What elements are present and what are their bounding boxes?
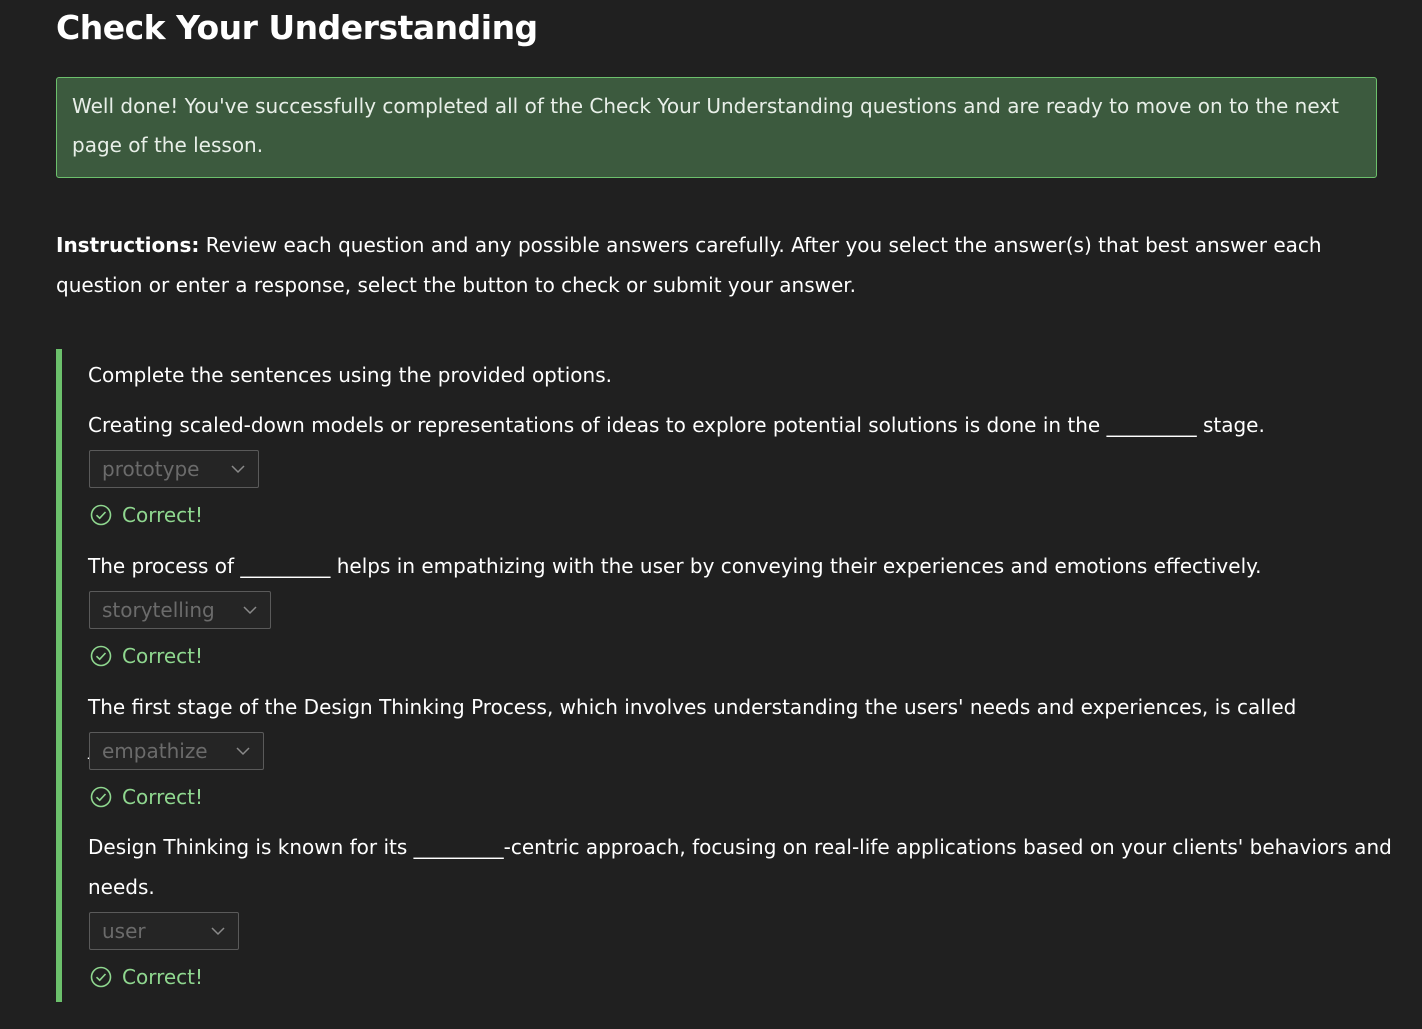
check-circle-icon xyxy=(90,966,112,988)
question-2-text: The process of _________ helps in empath… xyxy=(88,554,1262,578)
question-1-feedback-text: Correct! xyxy=(122,503,204,527)
question-3-feedback: Correct! xyxy=(90,782,203,812)
question-4-feedback-text: Correct! xyxy=(122,965,204,989)
question-1-feedback: Correct! xyxy=(90,500,203,530)
chevron-down-icon xyxy=(231,465,245,474)
quiz-prompt: Complete the sentences using the provide… xyxy=(88,363,612,387)
question-3-selected-value: empathize xyxy=(102,739,208,763)
question-1-answer-select[interactable]: prototype xyxy=(89,450,259,488)
question-4-selected-value: user xyxy=(102,919,146,943)
instructions-label: Instructions: xyxy=(56,233,200,257)
chevron-down-icon xyxy=(243,606,257,615)
question-1-selected-value: prototype xyxy=(102,457,200,481)
instructions: Instructions: Review each question and a… xyxy=(56,225,1386,305)
chevron-down-icon xyxy=(211,927,225,936)
question-4-feedback: Correct! xyxy=(90,962,203,992)
question-3-text: The first stage of the Design Thinking P… xyxy=(88,695,1297,759)
quiz-block: Complete the sentences using the provide… xyxy=(56,349,1396,1002)
question-2-feedback: Correct! xyxy=(90,641,203,671)
chevron-down-icon xyxy=(236,747,250,756)
question-4-text: Design Thinking is known for its _______… xyxy=(88,835,1392,899)
question-4-answer-select[interactable]: user xyxy=(89,912,239,950)
question-3-answer-select[interactable]: empathize xyxy=(89,732,264,770)
check-circle-icon xyxy=(90,645,112,667)
question-2-feedback-text: Correct! xyxy=(122,644,204,668)
page-title: Check Your Understanding xyxy=(56,8,538,47)
question-1-text: Creating scaled-down models or represent… xyxy=(88,413,1265,437)
check-circle-icon xyxy=(90,504,112,526)
question-2-selected-value: storytelling xyxy=(102,598,215,622)
instructions-text: Review each question and any possible an… xyxy=(56,233,1322,297)
success-banner-message: Well done! You've successfully completed… xyxy=(72,94,1339,157)
check-circle-icon xyxy=(90,786,112,808)
question-2-answer-select[interactable]: storytelling xyxy=(89,591,271,629)
success-banner: Well done! You've successfully completed… xyxy=(56,77,1377,178)
page: Check Your Understanding Well done! You'… xyxy=(0,0,1422,1029)
question-3-feedback-text: Correct! xyxy=(122,785,204,809)
